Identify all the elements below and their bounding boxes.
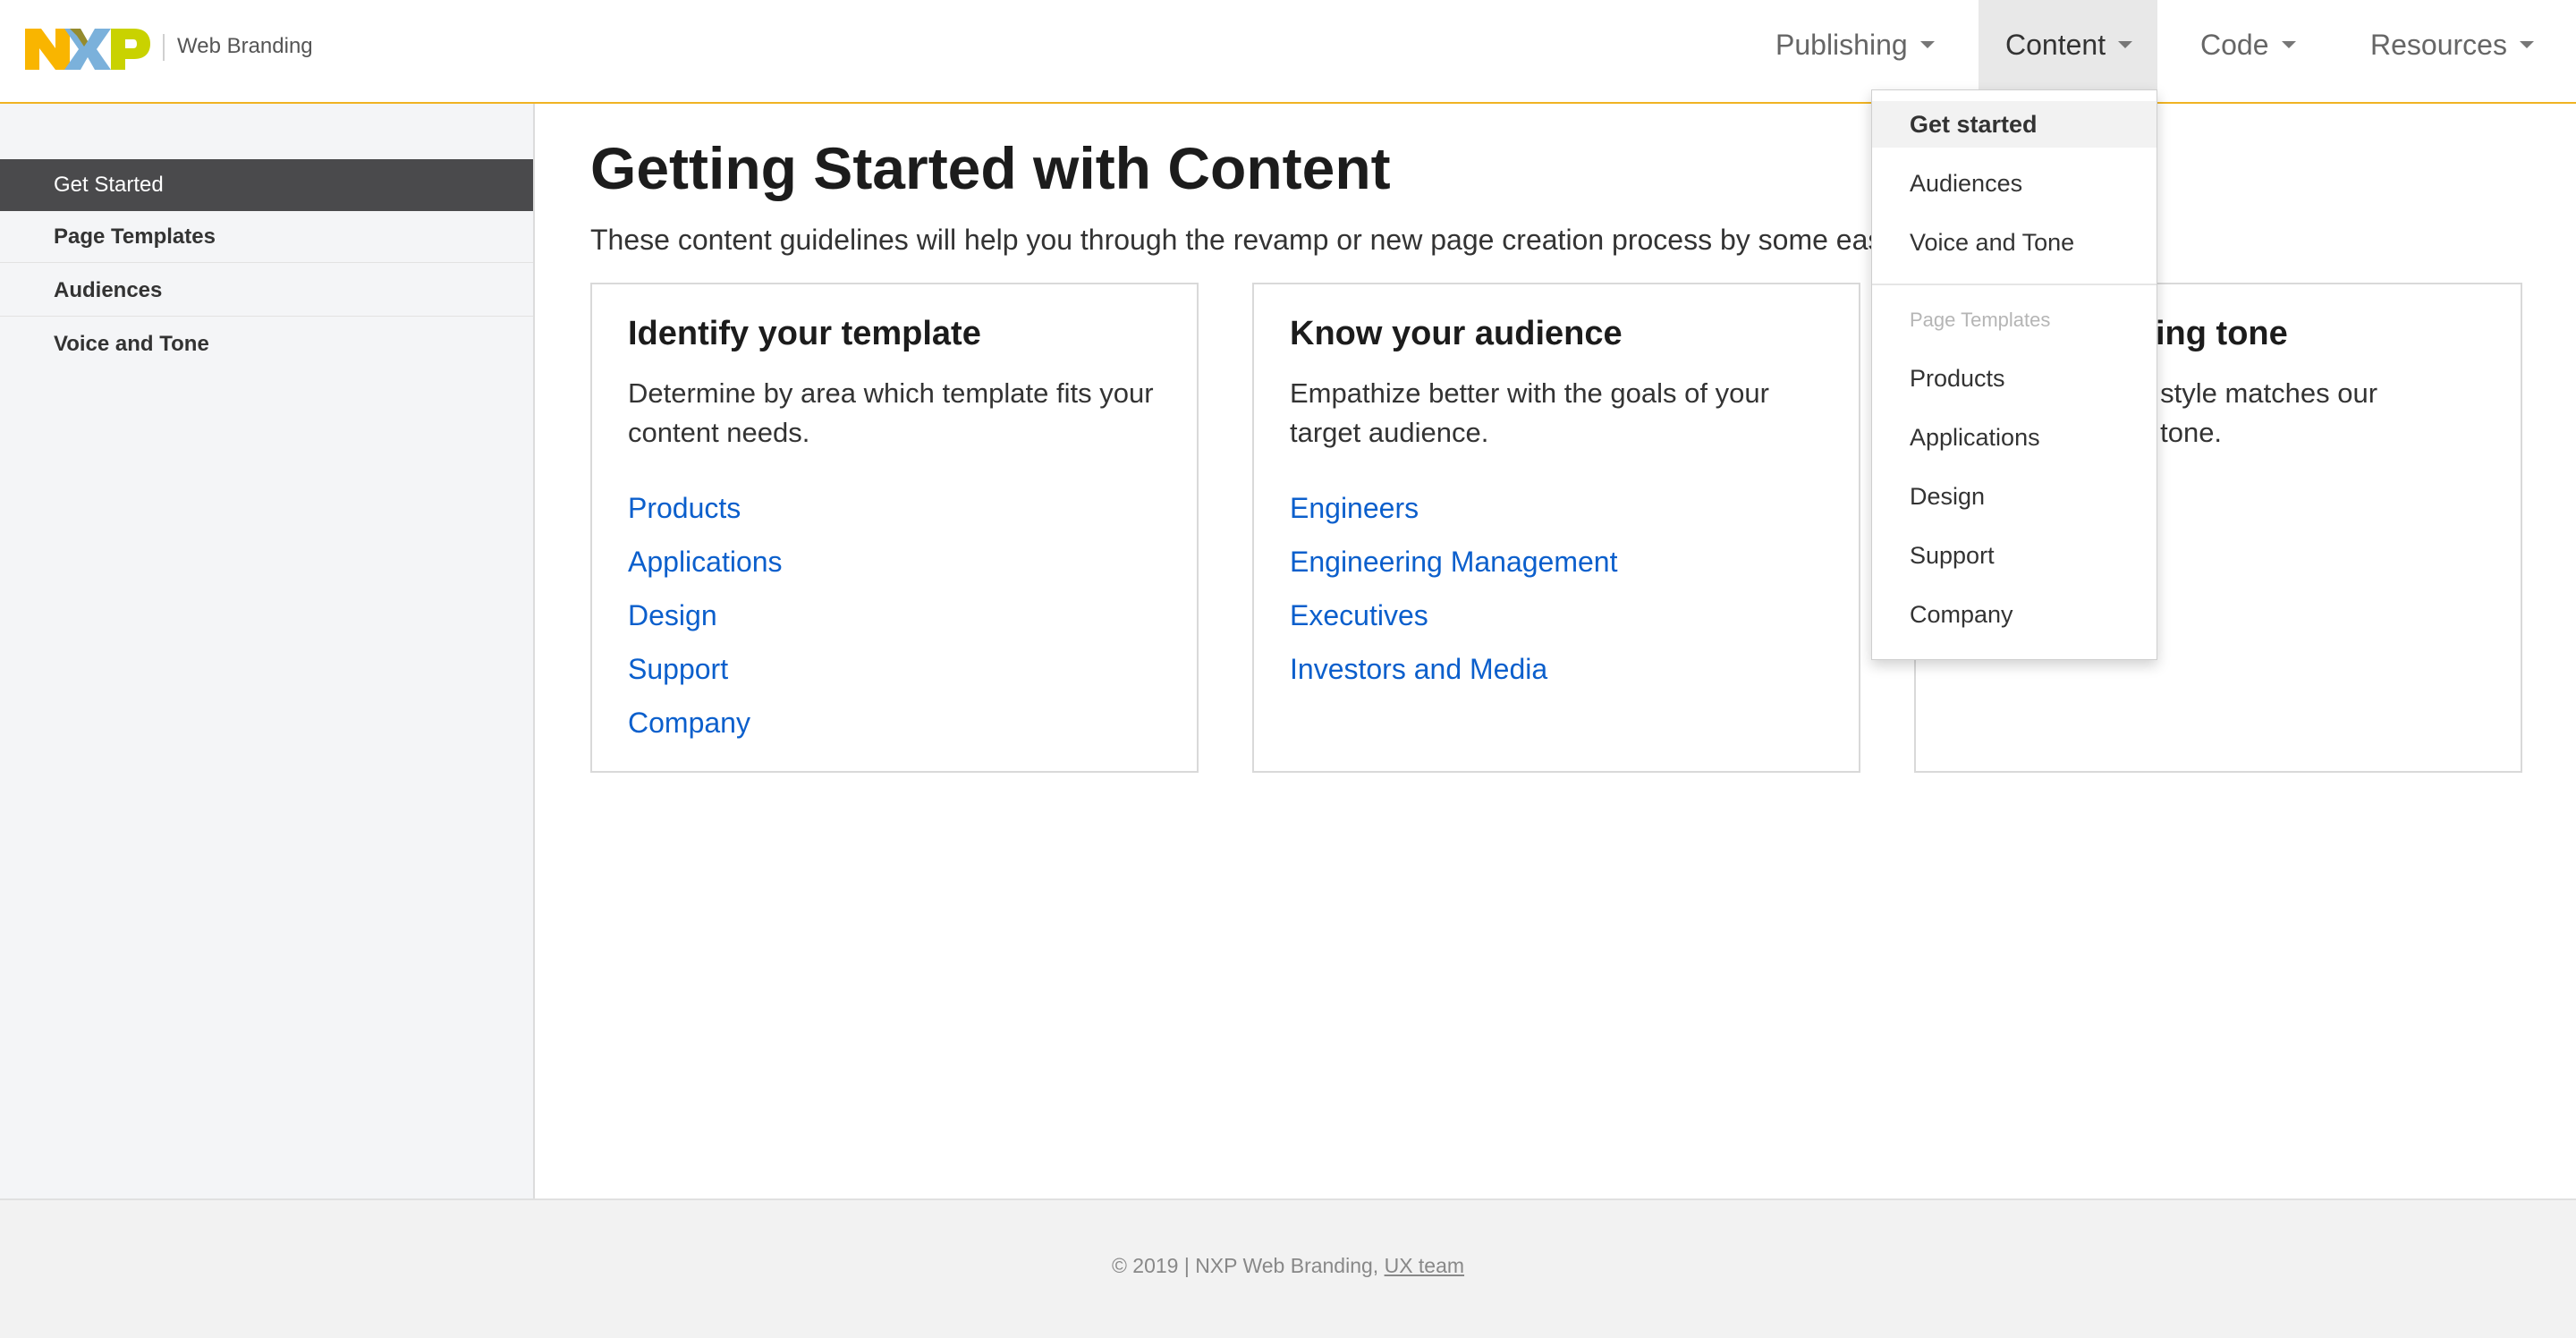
- dropdown-item-products[interactable]: Products: [1872, 355, 2157, 402]
- page-intro: These content guidelines will help you t…: [590, 224, 1883, 256]
- card-identify-template: Identify your template Determine by area…: [590, 283, 1199, 773]
- dropdown-item-design[interactable]: Design: [1872, 473, 2157, 520]
- link-executives[interactable]: Executives: [1290, 589, 1617, 642]
- page-title: Getting Started with Content: [590, 135, 1391, 201]
- card-description: Determine by area which template fits yo…: [628, 377, 1154, 448]
- link-engineers[interactable]: Engineers: [1290, 481, 1617, 535]
- card-title: Know your audience: [1290, 315, 1623, 352]
- nav-code-label: Code: [2200, 28, 2269, 61]
- dropdown-item-voice-and-tone[interactable]: Voice and Tone: [1872, 219, 2157, 266]
- dropdown-item-get-started[interactable]: Get started: [1872, 101, 2157, 148]
- nav-resources[interactable]: Resources: [2343, 0, 2576, 89]
- card-know-audience: Know your audience Empathize better with…: [1252, 283, 1860, 773]
- link-company[interactable]: Company: [628, 696, 783, 749]
- dropdown-item-applications[interactable]: Applications: [1872, 414, 2157, 461]
- card-description-line: nd tone.: [2122, 417, 2223, 448]
- nav-publishing-label: Publishing: [1775, 28, 1908, 61]
- sidebar-item-page-templates[interactable]: Page Templates: [0, 211, 533, 263]
- link-investors-and-media[interactable]: Investors and Media: [1290, 642, 1617, 696]
- link-products[interactable]: Products: [628, 481, 783, 535]
- site-name[interactable]: Web Branding: [177, 34, 313, 59]
- nxp-logo[interactable]: [25, 25, 150, 73]
- sidebar: Get Started Page Templates Audiences Voi…: [0, 104, 535, 1198]
- card-description-line: ng style matches our: [2122, 377, 2378, 409]
- card-description: Empathize better with the goals of your …: [1290, 377, 1769, 448]
- top-navbar: Web Branding Publishing Content Code Res…: [0, 0, 2576, 104]
- nav-resources-label: Resources: [2370, 28, 2507, 61]
- footer-copyright: © 2019 | NXP Web Branding,: [1111, 1254, 1385, 1277]
- dropdown-divider: [1872, 284, 2157, 285]
- nav-content[interactable]: Content: [1979, 0, 2157, 89]
- card-links: Engineers Engineering Management Executi…: [1290, 481, 1617, 696]
- footer-text: © 2019 | NXP Web Branding, UX team: [0, 1254, 2576, 1278]
- nav-content-label: Content: [2005, 28, 2106, 61]
- sidebar-item-get-started[interactable]: Get Started: [0, 159, 533, 211]
- content-dropdown-menu: Get started Audiences Voice and Tone Pag…: [1871, 89, 2157, 660]
- footer-ux-team-link[interactable]: UX team: [1385, 1254, 1464, 1277]
- link-engineering-management[interactable]: Engineering Management: [1290, 535, 1617, 589]
- caret-down-icon: [2519, 41, 2534, 48]
- caret-down-icon: [2281, 41, 2296, 48]
- link-support[interactable]: Support: [628, 642, 783, 696]
- nav-publishing[interactable]: Publishing: [1749, 0, 1945, 89]
- logo-divider: [163, 34, 165, 61]
- nav-code[interactable]: Code: [2174, 0, 2326, 89]
- card-title: Identify your template: [628, 315, 981, 352]
- sidebar-item-voice-and-tone[interactable]: Voice and Tone: [0, 318, 533, 370]
- caret-down-icon: [1919, 41, 1935, 48]
- caret-down-icon: [2118, 41, 2133, 48]
- dropdown-section-header: Page Templates: [1910, 309, 2051, 331]
- dropdown-item-support[interactable]: Support: [1872, 532, 2157, 579]
- sidebar-item-audiences[interactable]: Audiences: [0, 265, 533, 317]
- dropdown-item-audiences[interactable]: Audiences: [1872, 160, 2157, 207]
- dropdown-item-company[interactable]: Company: [1872, 591, 2157, 638]
- card-description: ng style matches our nd tone.: [2122, 374, 2497, 453]
- card-links: Products Applications Design Support Com…: [628, 481, 783, 749]
- footer: © 2019 | NXP Web Branding, UX team: [0, 1198, 2576, 1338]
- link-design[interactable]: Design: [628, 589, 783, 642]
- link-applications[interactable]: Applications: [628, 535, 783, 589]
